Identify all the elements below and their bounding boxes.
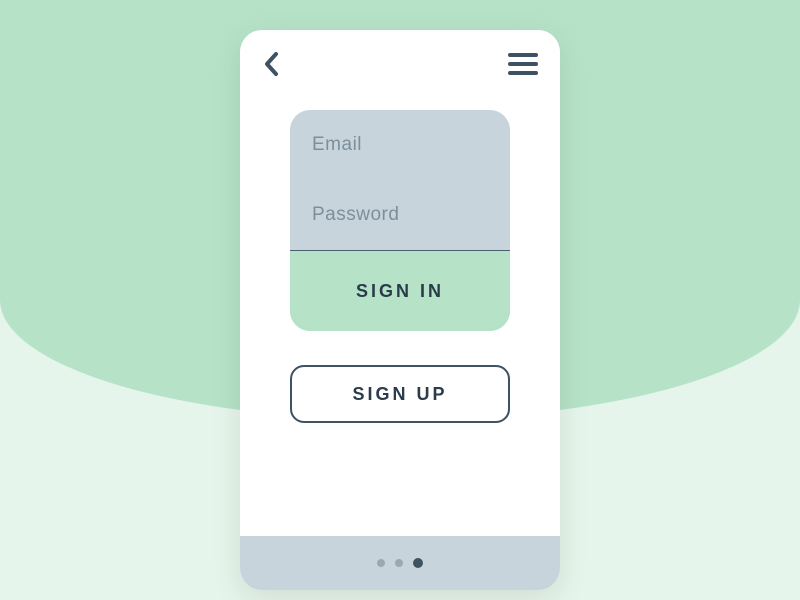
pagination-dot[interactable] xyxy=(395,559,403,567)
back-icon[interactable] xyxy=(262,50,280,78)
device-frame: SIGN IN SIGN UP xyxy=(240,30,560,590)
email-field[interactable] xyxy=(290,110,510,180)
pagination-footer xyxy=(240,536,560,590)
signin-card: SIGN IN xyxy=(290,110,510,331)
pagination-dot-active[interactable] xyxy=(413,558,423,568)
signin-button[interactable]: SIGN IN xyxy=(290,251,510,331)
signup-button[interactable]: SIGN UP xyxy=(290,365,510,423)
auth-content: SIGN IN SIGN UP xyxy=(240,98,560,536)
top-bar xyxy=(240,30,560,98)
hamburger-menu-icon[interactable] xyxy=(508,53,538,75)
pagination-dot[interactable] xyxy=(377,559,385,567)
card-divider xyxy=(290,250,510,251)
password-field[interactable] xyxy=(290,180,510,250)
